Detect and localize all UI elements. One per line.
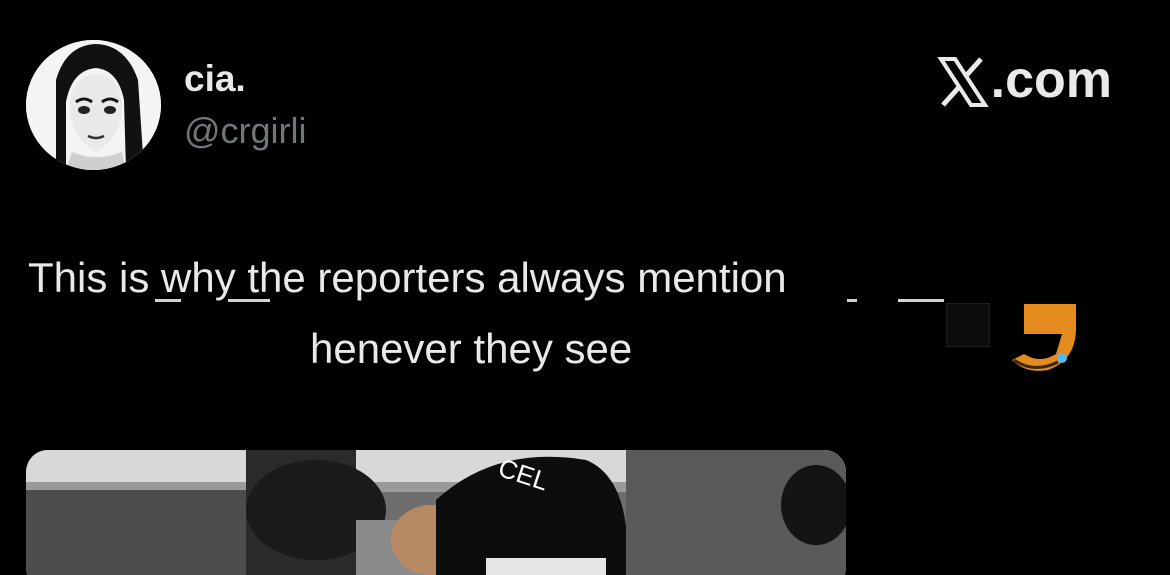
video-thumbnail: CEL bbox=[26, 450, 846, 575]
redaction-mark bbox=[155, 299, 181, 302]
redaction-mark bbox=[898, 299, 944, 302]
tweet-screenshot: cia. @crgirli .com This is why the repor… bbox=[0, 0, 1170, 575]
x-brand: .com bbox=[936, 50, 1112, 110]
user-handle[interactable]: @crgirli bbox=[184, 110, 307, 152]
tweet-text-line-1: This is why the reporters always mention bbox=[28, 254, 787, 301]
emoji-icon bbox=[1004, 304, 1076, 374]
redaction-box bbox=[946, 303, 990, 347]
avatar-illustration bbox=[26, 40, 161, 170]
tweet-text-line-2: henever they see bbox=[310, 325, 633, 372]
tweet-media[interactable]: CEL bbox=[26, 450, 846, 575]
brand-domain-text: .com bbox=[990, 51, 1112, 109]
x-logo-icon bbox=[936, 57, 989, 107]
redaction-mark bbox=[228, 299, 270, 302]
avatar[interactable] bbox=[26, 40, 161, 170]
display-name[interactable]: cia. bbox=[184, 58, 246, 100]
redaction-mark bbox=[847, 299, 857, 302]
